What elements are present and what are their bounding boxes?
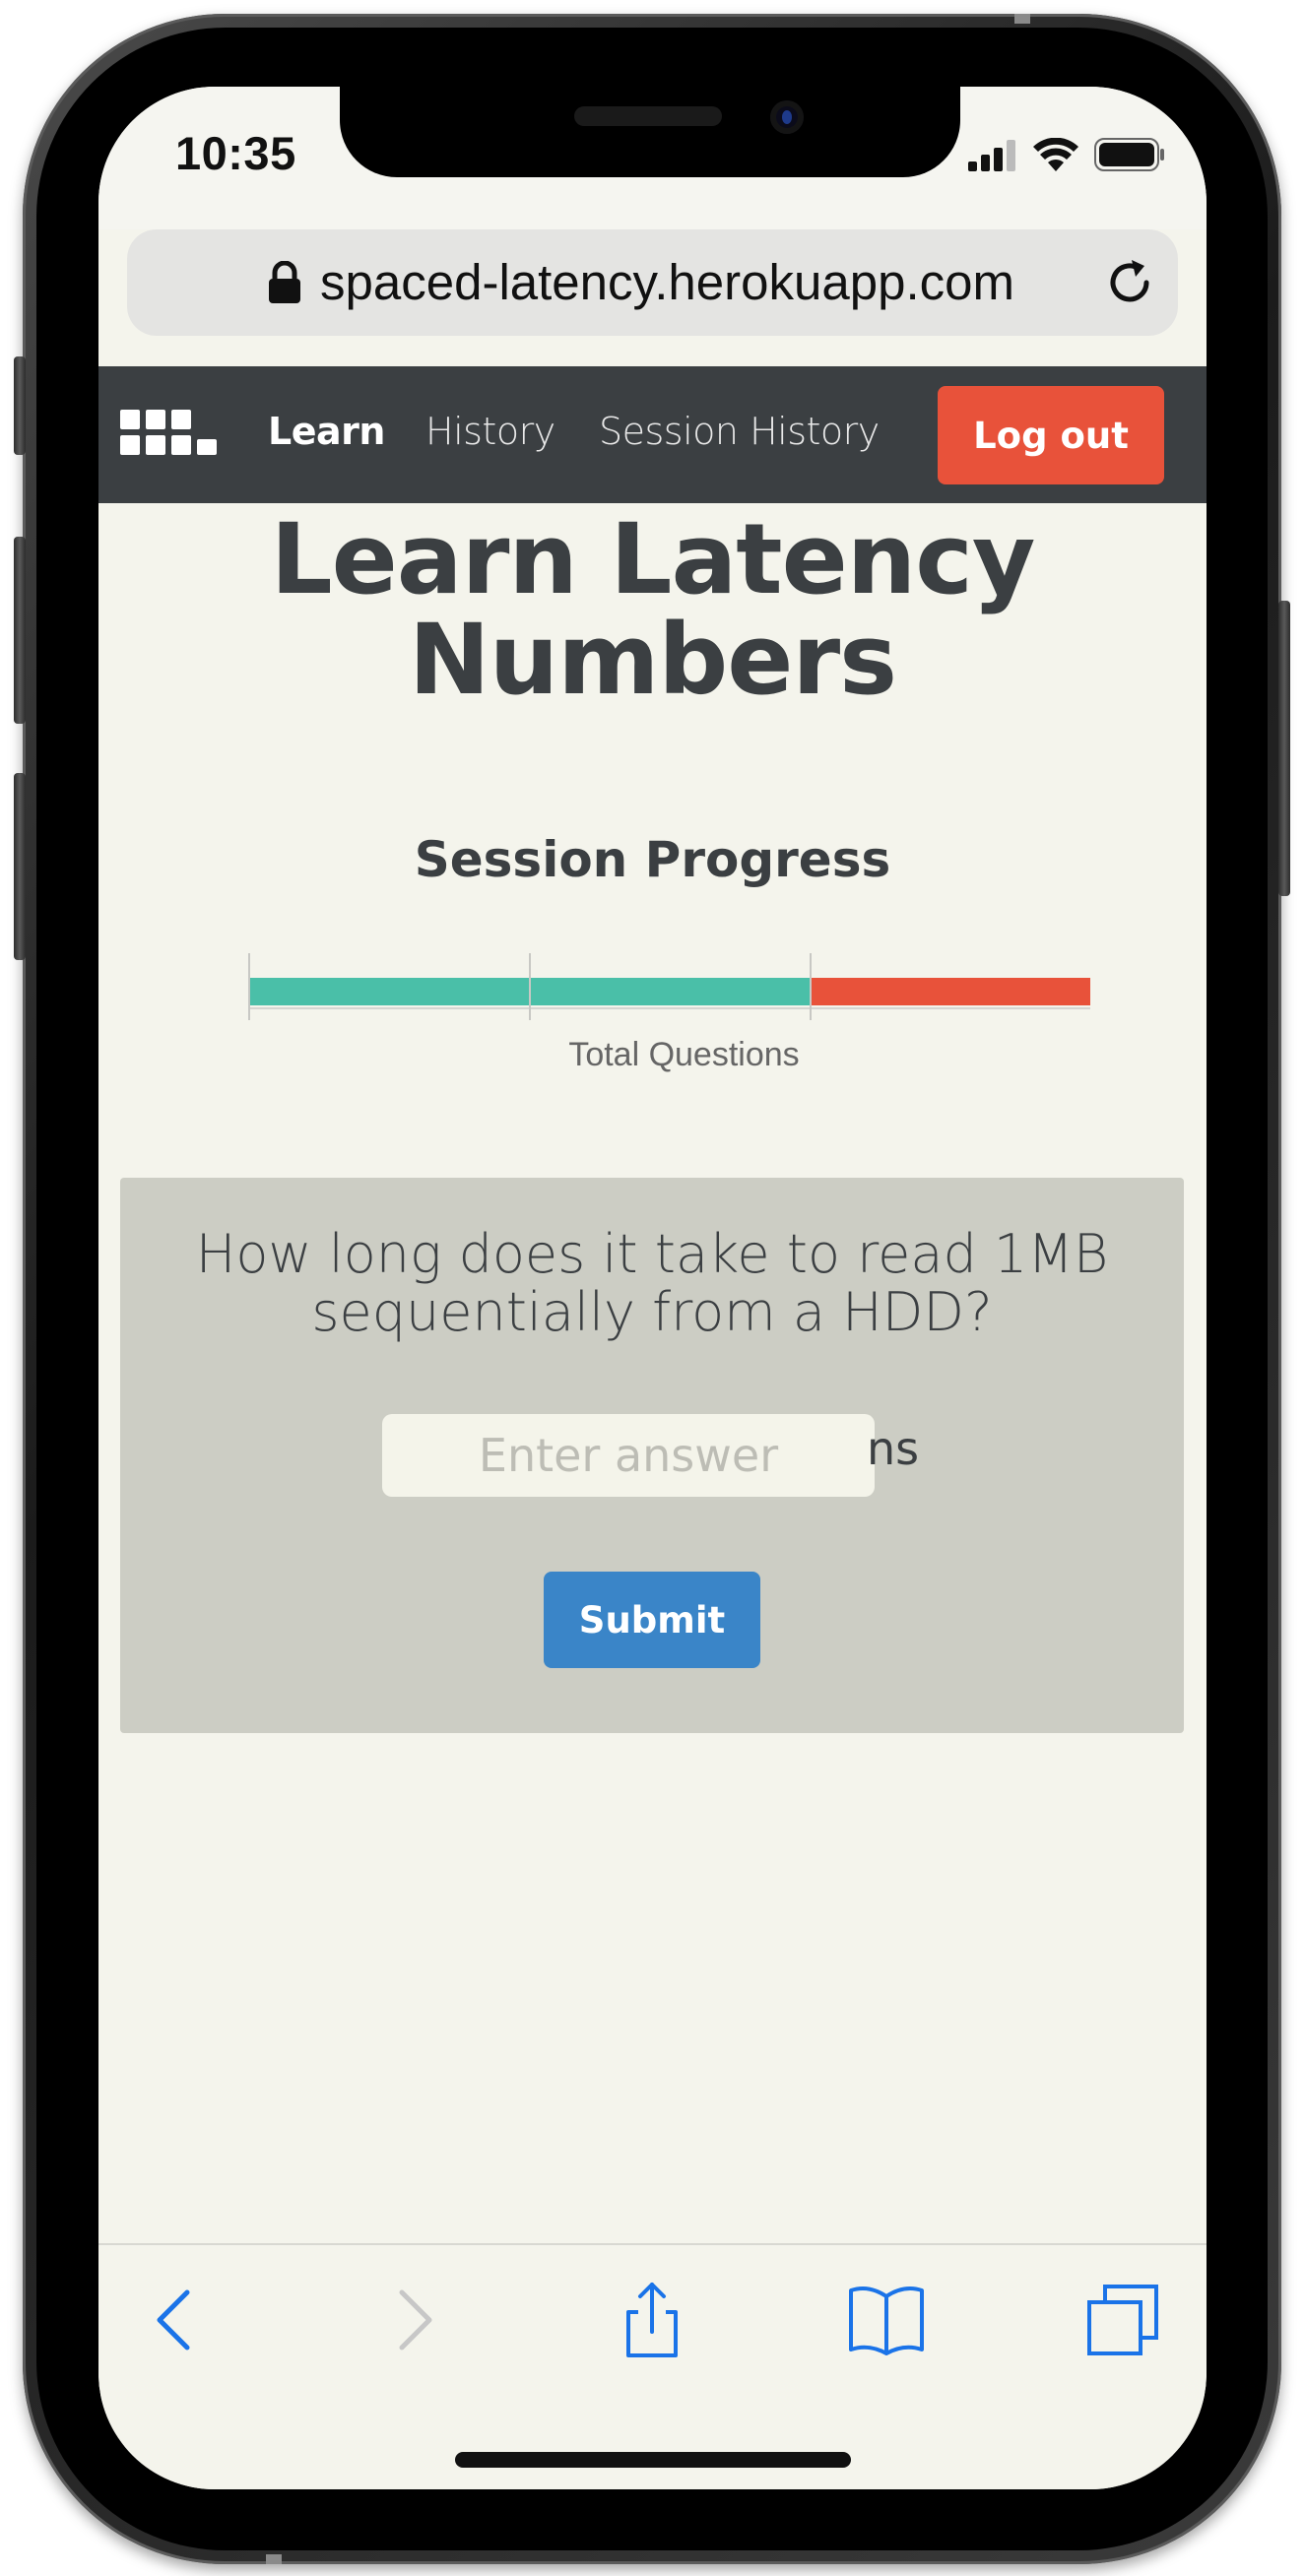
back-icon[interactable] — [138, 2281, 217, 2359]
bookmarks-icon[interactable] — [847, 2281, 926, 2359]
home-indicator[interactable] — [455, 2452, 851, 2468]
axis-tick — [248, 953, 250, 1020]
antenna-band — [266, 2554, 282, 2564]
silent-switch — [14, 356, 26, 455]
status-time: 10:35 — [175, 127, 296, 179]
signal-icon — [968, 140, 1015, 171]
status-bar: 10:35 — [98, 87, 1207, 229]
session-progress-bar: Total Questions — [248, 953, 1095, 1081]
front-camera — [770, 100, 804, 134]
unit-label: ns — [867, 1422, 920, 1475]
progress-heading: Session Progress — [414, 831, 891, 888]
nav-link-session-history[interactable]: Session History — [599, 410, 880, 453]
phone-screen: 10:35 spaced-latency.herokuapp.com Learn… — [98, 87, 1207, 2489]
antenna-band — [1014, 14, 1030, 24]
reload-icon[interactable] — [1103, 255, 1158, 310]
submit-button[interactable]: Submit — [544, 1572, 760, 1668]
share-icon[interactable] — [613, 2281, 691, 2359]
navbar: Learn History Session History Log out — [98, 366, 1207, 503]
axis-label: Total Questions — [568, 1036, 800, 1073]
axis-tick — [810, 953, 812, 1020]
url-text[interactable]: spaced-latency.herokuapp.com — [320, 253, 1014, 311]
notch — [340, 87, 960, 177]
progress-remaining — [248, 978, 1090, 1005]
volume-down-button — [14, 773, 26, 960]
grid-logo-icon[interactable] — [120, 410, 219, 459]
logout-button[interactable]: Log out — [938, 386, 1164, 484]
answer-input[interactable] — [382, 1414, 875, 1497]
wifi-icon — [1033, 138, 1078, 171]
page-title: Learn Latency Numbers — [270, 503, 1036, 717]
address-bar[interactable]: spaced-latency.herokuapp.com — [127, 229, 1178, 336]
question-card: How long does it take to read 1MB sequen… — [120, 1178, 1184, 1733]
power-button — [1278, 601, 1290, 896]
question-text: How long does it take to read 1MB sequen… — [195, 1223, 1109, 1343]
nav-link-history[interactable]: History — [425, 410, 555, 453]
nav-link-learn[interactable]: Learn — [268, 410, 385, 453]
lock-icon — [269, 261, 300, 303]
forward-icon[interactable] — [372, 2281, 451, 2359]
earpiece-speaker — [574, 106, 722, 126]
progress-axis — [248, 1007, 1090, 1009]
axis-tick — [529, 953, 531, 1020]
status-icons — [968, 136, 1165, 171]
battery-icon — [1094, 138, 1164, 171]
volume-up-button — [14, 537, 26, 724]
tabs-icon[interactable] — [1083, 2281, 1162, 2359]
